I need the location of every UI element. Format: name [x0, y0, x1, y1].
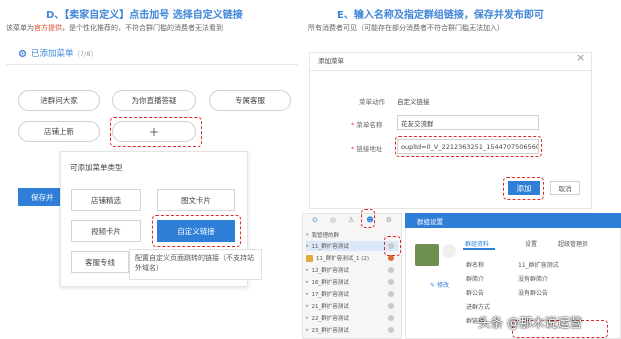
tree-item-label: 11_群扩容测试 — [311, 244, 349, 250]
left-subtitle-suffix: ，是个性化推荐的，不符合群门槛的消费者无法看到 — [62, 24, 223, 32]
tree-item[interactable]: ▸ 16_群扩容测试 — [306, 277, 398, 287]
recent-icon[interactable]: ⊙ — [312, 216, 318, 224]
name-label: * 菜单名称 — [351, 121, 383, 129]
option-service-line[interactable]: 客服专线 — [71, 251, 129, 273]
custom-link-tooltip: 配置自定义页面跳转的链接（不支持站外域名） — [129, 249, 262, 280]
header-divider — [6, 64, 298, 65]
left-subtitle: 该菜单为官方提供，是个性化推荐的，不符合群门槛的消费者无法看到 — [6, 23, 223, 33]
tree-item-label: 22_群扩容测试 — [311, 316, 349, 322]
tab-group-info[interactable]: 群组资料 — [465, 239, 489, 248]
highlight-add — [110, 117, 202, 147]
tree-toolbar: ⊙ ◎ ♙ ☻ ⚙ — [302, 213, 402, 227]
tree-item[interactable]: ▸ 12_群扩容测试 — [306, 265, 398, 275]
active-tab-underline — [463, 248, 495, 250]
info-value-notice: 没有群公告 — [518, 290, 549, 297]
highlight-group-link — [384, 236, 401, 256]
group-avatar-image — [415, 244, 439, 266]
tab-settings[interactable]: 设置 — [525, 239, 537, 248]
close-icon[interactable]: × — [576, 51, 585, 64]
dialog-title: 添加菜单 — [318, 57, 344, 65]
chat-icon[interactable]: ◎ — [330, 216, 336, 224]
right-caption: E、输入名称及指定群组链接，保存并发布即可 — [337, 10, 544, 21]
cancel-button[interactable]: 取消 — [550, 181, 580, 195]
gear-icon — [18, 49, 27, 58]
tree-item-label: 16_群扩容测试 — [311, 280, 349, 286]
info-label-join: 进群方式 — [466, 304, 491, 311]
name-label-text: 菜单名称 — [356, 121, 383, 129]
added-menu-count: （7/8） — [73, 50, 97, 58]
tree-item[interactable]: ▸ 22_群扩容测试 — [306, 313, 398, 323]
modify-link-label: 修改 — [436, 282, 449, 289]
tree-item[interactable]: ▸ 17_群扩容测试 — [306, 289, 398, 299]
action-value: 自定义链接 — [397, 98, 430, 106]
tree-item-label: 21_群扩容测试 — [311, 304, 349, 310]
info-label-notice: 群公告 — [466, 290, 485, 297]
menu-pill-live[interactable]: 为你直播答疑 — [112, 90, 196, 111]
left-subtitle-accent: 官方提供 — [34, 24, 62, 32]
member-avatar — [442, 244, 456, 258]
left-caption: D、【卖家自定义】点击加号 选择自定义链接 — [46, 10, 243, 21]
menu-pill-service[interactable]: 专属客服 — [209, 90, 291, 111]
link-label-text: 链接地址 — [356, 145, 383, 153]
info-value-intro: 没有群简介 — [518, 276, 549, 283]
added-menu-title: 已添加菜单 — [31, 49, 74, 59]
info-value-name: 11_群扩容测试 — [518, 262, 559, 269]
info-label-name: 群名称 — [466, 262, 485, 269]
option-image-card[interactable]: 图文卡片 — [157, 189, 235, 211]
settings-icon[interactable]: ⚙ — [386, 216, 392, 224]
link-label: * 链接地址 — [351, 145, 383, 153]
menu-name-input[interactable]: 花友交流群 — [397, 115, 539, 130]
right-subtitle: 所有消费者可见（可能存在部分消费者不符合群门槛无法加入） — [308, 24, 504, 32]
highlight-add-button — [503, 177, 544, 200]
highlight-group-icon — [361, 209, 375, 228]
option-video-card[interactable]: 视频卡片 — [71, 220, 141, 242]
menu-pill-ask[interactable]: 进群问大家 — [18, 90, 100, 111]
contact-icon[interactable]: ♙ — [348, 216, 354, 224]
tab-super-admin[interactable]: 超级管理员 — [558, 239, 588, 248]
tree-item[interactable]: ▸ 23_群扩容测试 — [306, 325, 398, 335]
group-avatar — [306, 254, 313, 262]
tree-item-label: 12_群扩容测试 — [311, 268, 349, 274]
dialog-divider — [309, 70, 592, 71]
tree-item[interactable]: ▸ 21_群扩容测试 — [306, 301, 398, 311]
highlight-link — [395, 136, 542, 157]
tree-item-label: 17_群扩容测试 — [311, 292, 349, 298]
added-menu-header: 已添加菜单 （7/8） — [18, 47, 97, 59]
group-settings-header: 群组设置 — [405, 213, 621, 228]
left-subtitle-prefix: 该菜单为 — [6, 24, 34, 32]
menu-pill-new[interactable]: 店铺上新 — [18, 121, 100, 142]
save-button[interactable]: 保存并 — [18, 188, 66, 206]
tree-root-label: 我管理的群 — [311, 233, 340, 239]
tree-item-label: 11_群扩容测试_1 (2) — [316, 256, 370, 262]
info-label-intro: 群简介 — [466, 276, 485, 283]
popup-title: 可添加菜单类型 — [70, 163, 123, 172]
watermark: 头条 @那木说运营 — [478, 315, 582, 330]
tree-item-label: 23_群扩容测试 — [311, 328, 349, 334]
modify-link[interactable]: ✎ 修改 — [430, 280, 449, 289]
action-label: 菜单动作 — [359, 98, 385, 106]
option-shop-picks[interactable]: 店铺精选 — [71, 189, 141, 211]
highlight-custom-link — [152, 215, 241, 247]
